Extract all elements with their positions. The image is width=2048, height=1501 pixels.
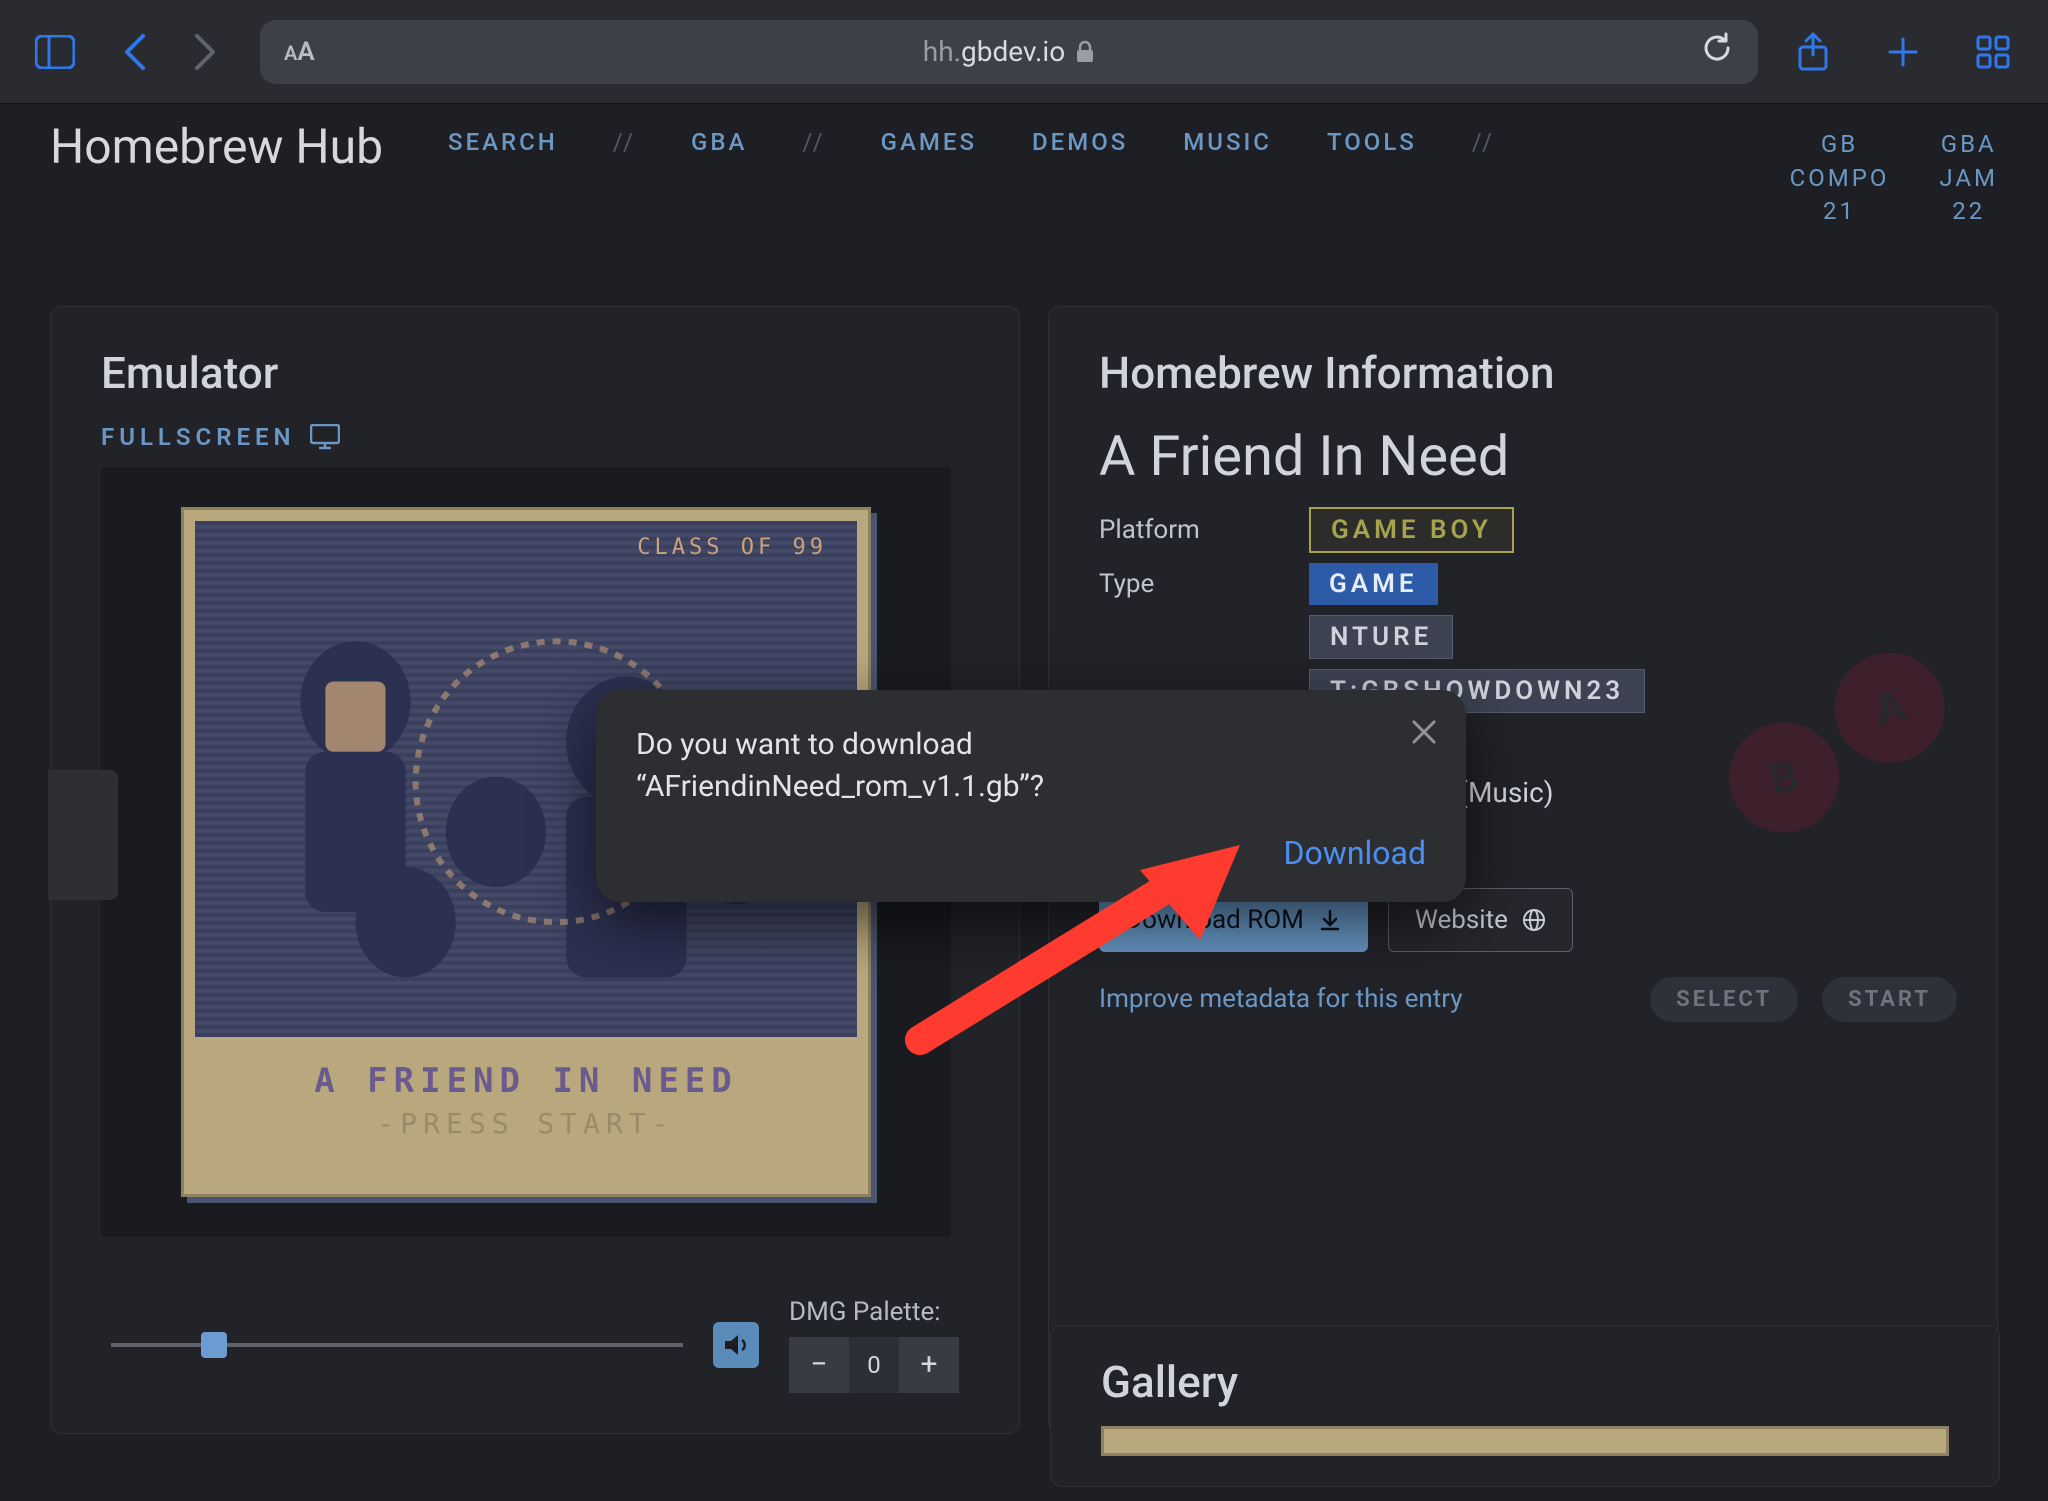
gamepad-a[interactable]: A xyxy=(1822,640,1957,775)
gamepad-start[interactable]: START xyxy=(1822,977,1957,1022)
info-title: Homebrew Information xyxy=(1099,347,1947,399)
download-icon xyxy=(1318,908,1342,932)
tabs-grid-icon[interactable] xyxy=(1968,27,2018,77)
gallery-panel: Gallery xyxy=(1050,1325,2000,1487)
palette-value: 0 xyxy=(849,1337,899,1393)
back-icon[interactable] xyxy=(110,27,160,77)
nav-games[interactable]: GAMES xyxy=(881,128,977,156)
mute-button[interactable] xyxy=(713,1322,759,1368)
fullscreen-button[interactable]: FULLSCREEN xyxy=(101,423,969,451)
genre-tag[interactable]: NTURE xyxy=(1309,615,1453,659)
sidebar-toggle-icon[interactable] xyxy=(30,27,80,77)
nav-sep: // xyxy=(802,128,825,156)
nav-gb-compo[interactable]: GBCOMPO21 xyxy=(1790,128,1890,229)
platform-badge[interactable]: GAME BOY xyxy=(1309,507,1514,553)
gallery-title: Gallery xyxy=(1101,1356,1949,1408)
palette-increment[interactable]: + xyxy=(899,1337,959,1393)
volume-slider[interactable] xyxy=(111,1343,683,1347)
nav-sep: // xyxy=(613,128,636,156)
popover-download-button[interactable]: Download xyxy=(636,834,1426,872)
nav-gba-jam[interactable]: GBAJAM22 xyxy=(1939,128,1998,229)
nav-links-right: GBCOMPO21 GBAJAM22 xyxy=(1790,118,1998,229)
lock-icon xyxy=(1075,40,1095,64)
reader-aa-icon[interactable]: AA xyxy=(284,37,315,67)
gamepad-select[interactable]: SELECT xyxy=(1650,977,1798,1022)
platform-label: Platform xyxy=(1099,515,1269,545)
game-title: A Friend In Need xyxy=(1099,423,1947,489)
emulator-side-tab[interactable] xyxy=(48,770,118,900)
download-confirm-popover: Do you want to download“AFriendinNeed_ro… xyxy=(596,690,1466,902)
reload-icon[interactable] xyxy=(1700,31,1734,72)
nav-gba[interactable]: GBA xyxy=(691,128,747,156)
type-badge[interactable]: GAME xyxy=(1309,563,1438,605)
popover-message: Do you want to download“AFriendinNeed_ro… xyxy=(636,724,1296,808)
url-bar[interactable]: AA hh.gbdev.io xyxy=(260,20,1758,84)
nav-demos[interactable]: DEMOS xyxy=(1032,128,1128,156)
gallery-thumb[interactable] xyxy=(1101,1426,1949,1456)
nav-sep: // xyxy=(1472,128,1495,156)
nav-music[interactable]: MUSIC xyxy=(1183,128,1272,156)
site-nav: Homebrew Hub SEARCH // GBA // GAMES DEMO… xyxy=(0,104,2048,270)
nav-links: SEARCH // GBA // GAMES DEMOS MUSIC TOOLS… xyxy=(448,118,1495,156)
screen-press-start: -PRESS START- xyxy=(195,1107,857,1140)
emulator-title: Emulator xyxy=(101,347,969,399)
palette-decrement[interactable]: − xyxy=(789,1337,849,1393)
palette-label: DMG Palette: xyxy=(789,1297,959,1327)
url-host: hh.gbdev.io xyxy=(923,35,1095,68)
screen-title: A FRIEND IN NEED xyxy=(195,1061,857,1101)
browser-chrome: AA hh.gbdev.io xyxy=(0,0,2048,104)
share-icon[interactable] xyxy=(1788,27,1838,77)
palette-stepper: − 0 + xyxy=(789,1337,959,1393)
nav-tools[interactable]: TOOLS xyxy=(1327,128,1417,156)
close-icon[interactable] xyxy=(1410,718,1438,754)
site-brand[interactable]: Homebrew Hub xyxy=(50,118,383,176)
gamepad-pills: SELECT START xyxy=(1650,977,1957,1022)
forward-icon xyxy=(180,27,230,77)
new-tab-icon[interactable] xyxy=(1878,27,1928,77)
nav-search[interactable]: SEARCH xyxy=(448,128,558,156)
type-label: Type xyxy=(1099,569,1269,599)
speaker-icon xyxy=(722,1331,750,1359)
globe-icon xyxy=(1522,908,1546,932)
monitor-icon xyxy=(310,424,340,450)
